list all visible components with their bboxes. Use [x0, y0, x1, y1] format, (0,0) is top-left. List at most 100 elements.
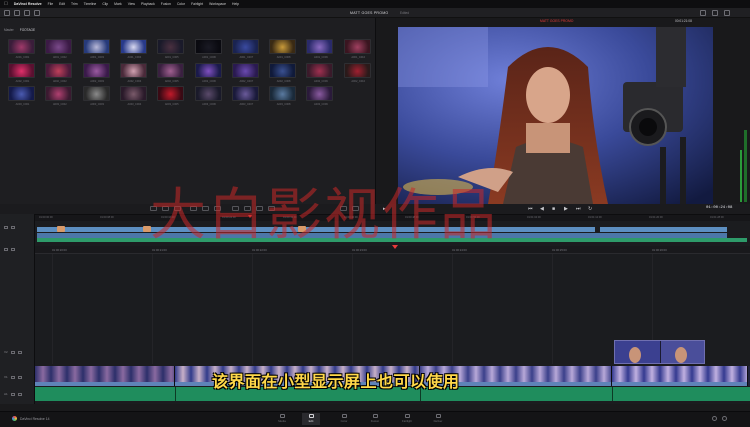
- ruler-tick-label: 01:01:28:00: [710, 216, 724, 219]
- sound-library-icon[interactable]: [34, 10, 40, 16]
- clip-name: A002_C002: [52, 79, 67, 83]
- menu-clip[interactable]: Clip: [102, 2, 108, 6]
- timeline-gridline: [452, 254, 453, 364]
- mixer-icon[interactable]: [700, 10, 706, 16]
- mute-icon[interactable]: [17, 392, 22, 396]
- eye-icon[interactable]: [17, 375, 22, 379]
- clip-thumbnail[interactable]: A002_C007: [231, 62, 259, 83]
- resolve-logo-icon: [12, 416, 17, 421]
- page-tab-deliver[interactable]: Deliver: [429, 413, 447, 425]
- metadata-icon[interactable]: [712, 10, 718, 16]
- clip-thumbnail[interactable]: A001_C002: [45, 39, 73, 59]
- eye-icon[interactable]: [17, 350, 22, 354]
- clip-name: A001_C005: [164, 56, 179, 59]
- clip-name: A002_C005: [164, 79, 179, 83]
- settings-icon[interactable]: [4, 248, 8, 251]
- menu-timeline[interactable]: Timeline: [84, 2, 97, 6]
- clip-thumbnail[interactable]: A001_C008: [269, 39, 297, 59]
- home-icon[interactable]: [712, 416, 717, 421]
- menu-playback[interactable]: Playback: [141, 2, 155, 6]
- stop-icon[interactable]: ■: [552, 206, 555, 212]
- clip-thumbnail[interactable]: A003_C001: [8, 86, 35, 106]
- media-page-icon: [279, 414, 285, 418]
- eye-icon[interactable]: [11, 226, 15, 229]
- page-tab-color[interactable]: Color: [335, 413, 353, 425]
- clip-thumbnail[interactable]: A001_C004: [119, 39, 147, 59]
- menu-mark[interactable]: Mark: [114, 2, 122, 6]
- effects-library-icon[interactable]: [14, 10, 20, 16]
- page-tab-media[interactable]: Media: [273, 413, 291, 425]
- page-tab-fusion[interactable]: Fusion: [366, 413, 384, 425]
- clip-thumbnail[interactable]: A001_C010: [343, 39, 371, 59]
- clip-thumbnail[interactable]: A001_C006: [194, 39, 222, 59]
- clip-thumbnail[interactable]: A003_C009: [306, 86, 334, 106]
- menu-file[interactable]: File: [48, 2, 53, 6]
- loop-icon[interactable]: ↻: [588, 206, 592, 212]
- clip-thumbnail[interactable]: A002_C002: [45, 62, 73, 83]
- menu-view[interactable]: View: [128, 2, 135, 6]
- v1-clip[interactable]: [35, 366, 175, 386]
- clip-name: A003_C004: [127, 103, 142, 106]
- play-reverse-icon[interactable]: ◀: [540, 206, 544, 212]
- v2-clip[interactable]: [614, 340, 705, 364]
- deliver-page-icon: [435, 414, 441, 418]
- clip-name: A001_C007: [239, 56, 254, 59]
- go-to-end-icon[interactable]: ⏭: [576, 206, 581, 212]
- menu-fairlight[interactable]: Fairlight: [191, 2, 203, 6]
- page-tab-edit[interactable]: Edit: [302, 413, 320, 425]
- clip-thumbnail[interactable]: A002_C008: [269, 62, 297, 83]
- menu-color[interactable]: Color: [177, 2, 185, 6]
- clip-thumbnail[interactable]: A002_C004: [119, 62, 147, 83]
- clip-thumbnail[interactable]: A001_C009: [306, 39, 334, 59]
- edit-index-icon[interactable]: [24, 10, 30, 16]
- ruler-tick-label: 01:00:08:00: [100, 216, 114, 219]
- track-ctrl-upper: [4, 226, 32, 229]
- clip-thumbnail[interactable]: A002_C009: [306, 62, 334, 83]
- clip-thumbnail[interactable]: A003_C008: [269, 86, 297, 106]
- timeline-gridline: [552, 254, 553, 364]
- lock-icon[interactable]: [4, 226, 8, 229]
- clip-thumbnail[interactable]: A001_C001: [8, 39, 35, 59]
- clip-thumbnail[interactable]: A003_C005: [157, 86, 185, 106]
- clip-thumbnail[interactable]: A003_C007: [231, 86, 259, 106]
- menu-help[interactable]: Help: [232, 2, 239, 6]
- media-pool-toggle-icon[interactable]: [4, 10, 10, 16]
- mini-clip-marker[interactable]: [57, 226, 65, 232]
- top-toolbar: MATT GOES PROMO Edited: [0, 8, 750, 18]
- track-label-v2: V2: [4, 350, 8, 354]
- clip-thumbnail[interactable]: A002_C005: [157, 62, 185, 83]
- clip-thumbnail[interactable]: A001_C007: [231, 39, 259, 59]
- clip-thumbnail[interactable]: A003_C004: [119, 86, 147, 106]
- menu-fusion[interactable]: Fusion: [161, 2, 171, 6]
- app-menu[interactable]: DaVinci Resolve: [14, 2, 42, 6]
- menu-workspace[interactable]: Workspace: [209, 2, 226, 6]
- lock-icon[interactable]: [10, 375, 15, 379]
- inspector-icon[interactable]: [724, 10, 730, 16]
- clip-thumbnail[interactable]: A001_C003: [82, 39, 110, 59]
- settings-icon[interactable]: [722, 416, 727, 421]
- track-label-v1: V1: [4, 375, 8, 379]
- clip-thumbnail[interactable]: A002_C006: [194, 62, 222, 83]
- clip-thumbnail[interactable]: A002_C001: [8, 62, 35, 83]
- v1-clip[interactable]: [612, 366, 748, 386]
- clip-thumbnail[interactable]: A003_C003: [82, 86, 110, 106]
- menu-edit[interactable]: Edit: [59, 2, 65, 6]
- play-icon[interactable]: ▶: [564, 206, 568, 212]
- lock-icon[interactable]: [10, 392, 15, 396]
- clip-thumbnail[interactable]: A002_C003: [82, 62, 110, 83]
- bin-master[interactable]: Master: [4, 28, 14, 32]
- clip-thumbnail[interactable]: A002_C010: [343, 62, 371, 83]
- clip-thumbnail[interactable]: A003_C002: [45, 86, 73, 106]
- page-tab-fairlight[interactable]: Fairlight: [398, 413, 416, 425]
- link-icon[interactable]: [11, 248, 15, 251]
- apple-icon[interactable]: : [4, 1, 8, 7]
- lock-icon[interactable]: [10, 350, 15, 354]
- clip-thumbnail[interactable]: A003_C006: [194, 86, 222, 106]
- go-to-start-icon[interactable]: ⏮: [528, 206, 533, 212]
- clip-filmstrip: [35, 366, 174, 382]
- clip-thumbnail[interactable]: A001_C005: [157, 39, 185, 59]
- clip-name: A002_C009: [314, 79, 328, 83]
- ruler-tick-label: 01:00:25:00: [552, 248, 567, 252]
- menu-trim[interactable]: Trim: [71, 2, 78, 6]
- bin-footage[interactable]: FOOTAGE: [20, 28, 35, 32]
